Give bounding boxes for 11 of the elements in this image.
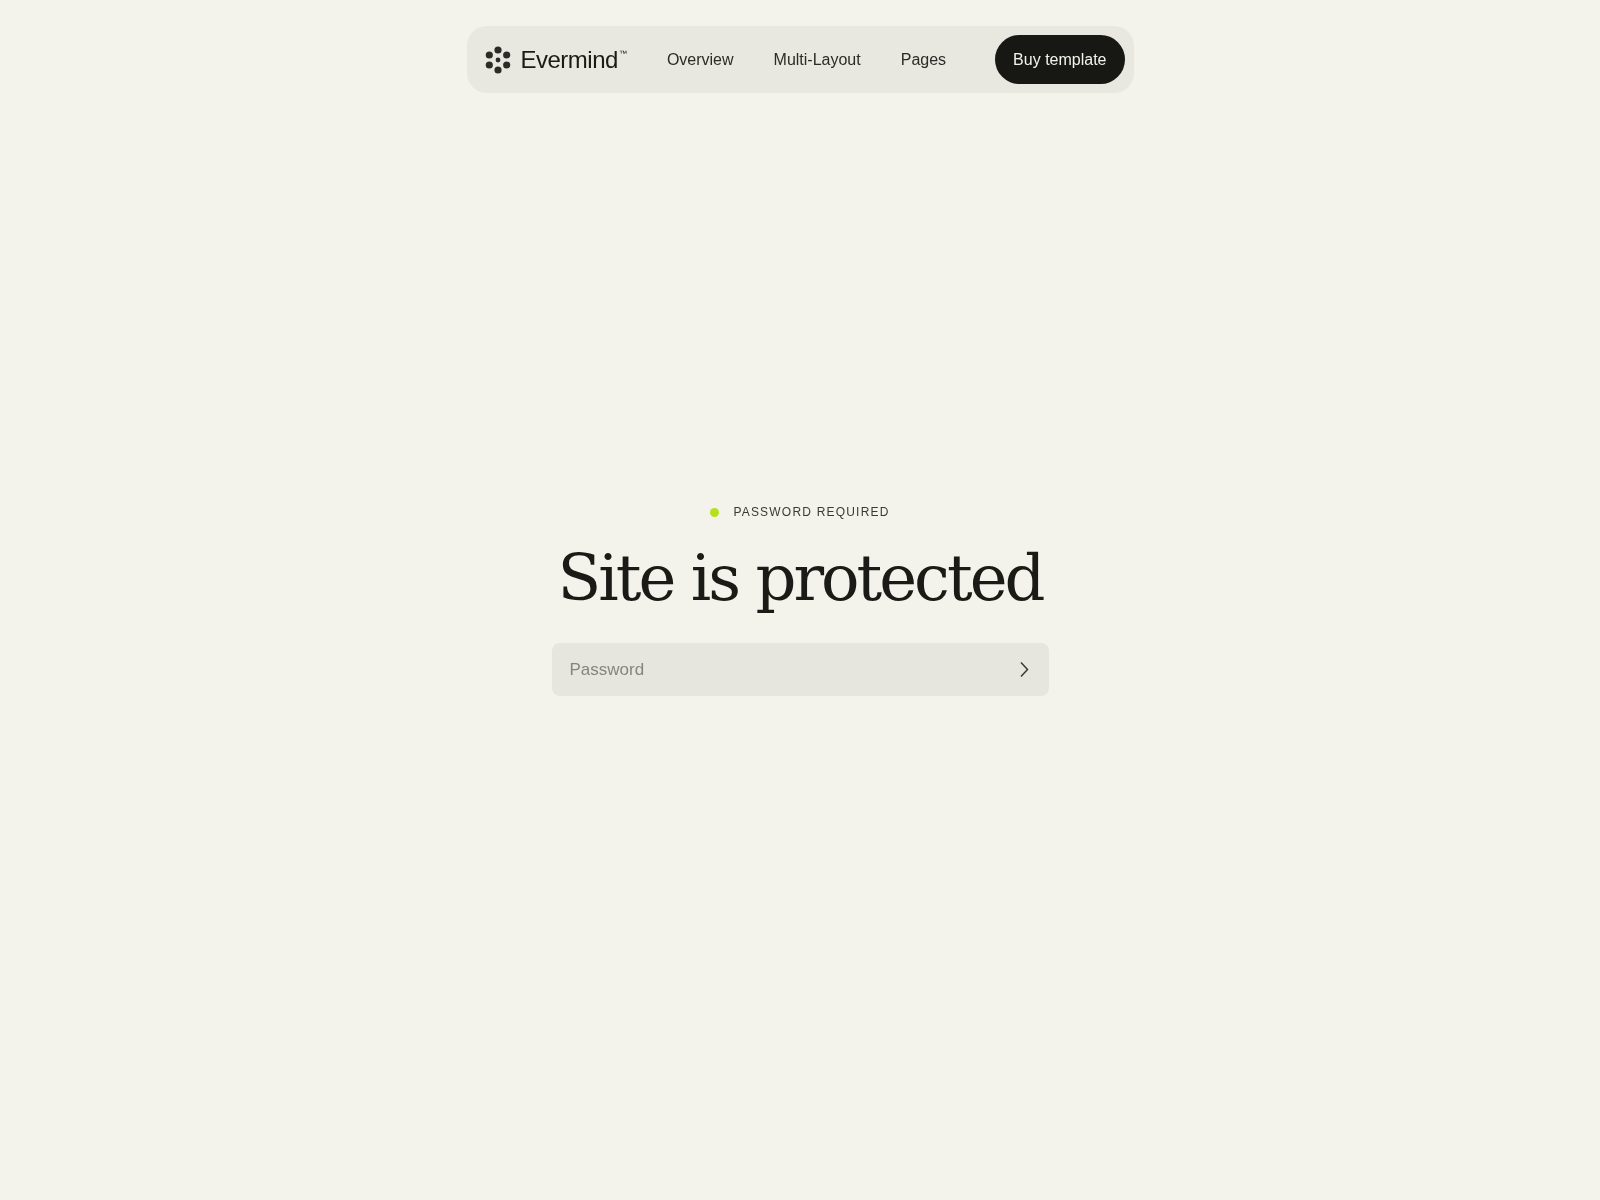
buy-template-button[interactable]: Buy template bbox=[995, 35, 1125, 84]
trademark-sign: ™ bbox=[618, 48, 627, 60]
nav-link[interactable]: Pages bbox=[900, 47, 947, 72]
status-label: PASSWORD REQUIRED bbox=[733, 504, 890, 521]
logo-icon bbox=[483, 45, 512, 74]
brand-name[interactable]: Evermind bbox=[520, 41, 618, 78]
nav-link[interactable]: Multi-Layout bbox=[773, 47, 861, 72]
password-field[interactable]: Password bbox=[551, 643, 1049, 696]
chevron-right-icon[interactable] bbox=[1018, 661, 1029, 678]
nav-link[interactable]: Overview bbox=[666, 47, 734, 72]
page-heading: Site is protected bbox=[557, 540, 1043, 617]
